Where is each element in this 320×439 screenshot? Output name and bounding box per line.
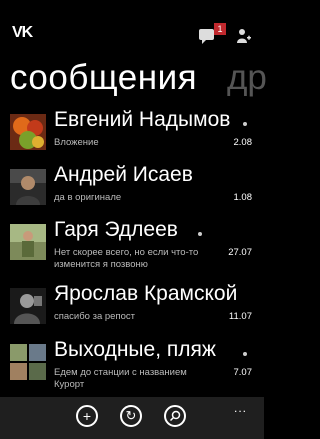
next-pivot-title[interactable]: др [227, 58, 267, 98]
page-title: сообщения [10, 58, 198, 97]
unread-indicator [198, 232, 202, 236]
top-bar: VK 1 [0, 0, 264, 60]
contact-name: Гаря Эдлеев [54, 218, 178, 241]
message-item[interactable]: Андрей Исаев да в оригинале 1.08 [10, 163, 264, 223]
avatar [10, 288, 46, 324]
notification-badge: 1 [214, 23, 226, 35]
add-icon: + [82, 408, 92, 424]
message-date: 7.07 [233, 367, 253, 378]
search-button[interactable] [164, 405, 186, 427]
search-icon [169, 410, 181, 422]
message-item[interactable]: Евгений Надымов Вложение 2.08 [10, 108, 264, 168]
message-item[interactable]: Выходные, пляж Едем до станции с названи… [10, 338, 264, 398]
message-preview: Едем до станции с названием Курорт [54, 367, 187, 390]
contact-name: Ярослав Крамской [54, 282, 238, 305]
message-date: 11.07 [228, 311, 252, 322]
message-preview: спасибо за репост [54, 311, 135, 322]
message-item[interactable]: Гаря Эдлеев Нет скорее всего, но если чт… [10, 218, 264, 278]
contact-name: Выходные, пляж [54, 338, 216, 361]
contact-name: Андрей Исаев [54, 163, 193, 186]
refresh-icon: ↻ [125, 408, 137, 423]
contact-name: Евгений Надымов [54, 108, 231, 131]
unread-indicator [243, 122, 247, 126]
avatar [10, 169, 46, 205]
message-preview: да в оригинале [54, 192, 122, 203]
more-options-button[interactable]: ... [234, 401, 247, 415]
message-date: 27.07 [228, 247, 252, 258]
avatar [10, 224, 46, 260]
unread-indicator [243, 352, 247, 356]
chat-icon[interactable] [199, 29, 214, 44]
vk-logo: VK [12, 24, 33, 41]
app-bar: + ↻ ... [0, 397, 264, 439]
add-button[interactable]: + [76, 405, 98, 427]
add-contact-icon[interactable] [236, 28, 252, 44]
refresh-button[interactable]: ↻ [120, 405, 142, 427]
avatar [10, 114, 46, 150]
message-preview: Вложение [54, 137, 99, 148]
message-date: 2.08 [233, 137, 253, 148]
group-avatar [10, 344, 46, 380]
message-preview: Нет скорее всего, но если что-то изменит… [54, 247, 199, 270]
message-item[interactable]: Ярослав Крамской спасибо за репост 11.07 [10, 282, 264, 342]
message-date: 1.08 [233, 192, 253, 203]
